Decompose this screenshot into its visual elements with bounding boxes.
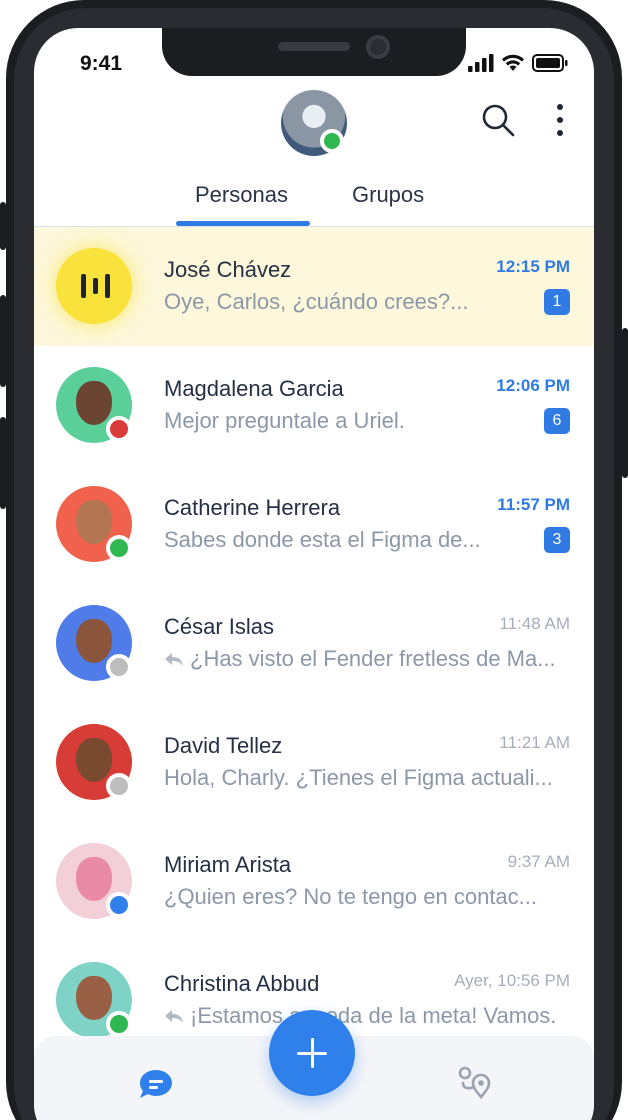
power-button xyxy=(622,328,628,478)
message-time: Ayer, 10:56 PM xyxy=(454,971,570,990)
status-dot-offline xyxy=(106,773,132,799)
conversation-row[interactable]: David Tellez Hola, Charly. ¿Tienes el Fi… xyxy=(34,703,594,822)
status-dot-online xyxy=(106,1011,132,1037)
unread-badge: 3 xyxy=(544,527,570,553)
conversation-list: José Chávez Oye, Carlos, ¿cuándo crees?.… xyxy=(34,227,594,1060)
unread-badge: 6 xyxy=(544,408,570,434)
volume-up-button xyxy=(0,295,6,387)
wifi-icon xyxy=(502,54,524,71)
avatar-face xyxy=(76,381,112,425)
status-dot-online xyxy=(106,535,132,561)
app-screen: 9:41 Personas Grupos José Chávez Oye, Ca… xyxy=(34,28,594,1120)
status-dot-busy xyxy=(106,416,132,442)
contact-name: Christina Abbud xyxy=(164,971,320,996)
conversation-row[interactable]: José Chávez Oye, Carlos, ¿cuándo crees?.… xyxy=(34,227,594,346)
unread-badge: 1 xyxy=(544,289,570,315)
contact-name: José Chávez xyxy=(164,257,292,282)
avatar-face xyxy=(76,857,112,901)
speaker-grille xyxy=(278,42,350,51)
message-preview: Oye, Carlos, ¿cuándo crees?... xyxy=(164,289,469,314)
tab-grupos[interactable]: Grupos xyxy=(352,182,424,208)
message-time: 12:06 PM xyxy=(496,376,570,395)
status-time: 9:41 xyxy=(80,52,123,75)
avatar-face xyxy=(76,738,112,782)
map-pin-icon[interactable] xyxy=(457,1065,493,1099)
signal-icon xyxy=(468,54,494,72)
contact-name: Miriam Arista xyxy=(164,852,292,877)
status-dot-offline xyxy=(106,654,132,680)
avatar-face xyxy=(76,619,112,663)
audio-icon xyxy=(81,274,110,298)
message-preview: ¡Estamos a meda de la meta! Vamos. xyxy=(164,1003,576,1029)
message-time: 12:15 PM xyxy=(496,257,570,276)
tab-personas[interactable]: Personas xyxy=(195,182,288,208)
audio-avatar xyxy=(56,248,132,324)
avatar-face xyxy=(76,976,112,1020)
message-time: 11:21 AM xyxy=(499,733,570,752)
message-text: ¡Estamos a meda de la meta! Vamos. xyxy=(190,1003,557,1028)
message-preview: Sabes donde esta el Figma de... xyxy=(164,527,481,552)
message-text: ¿Has visto el Fender fretless de Ma... xyxy=(190,646,556,671)
status-dot-away xyxy=(106,892,132,918)
conversation-row[interactable]: Magdalena Garcia Mejor preguntale a Urie… xyxy=(34,346,594,465)
avatar-face xyxy=(76,500,112,544)
message-preview: ¿Quien eres? No te tengo en contac... xyxy=(164,884,538,909)
volume-down-button xyxy=(0,417,6,509)
message-preview: Hola, Charly. ¿Tienes el Figma actuali..… xyxy=(164,765,553,790)
reply-icon xyxy=(165,653,183,667)
status-icons xyxy=(468,54,568,72)
mute-switch xyxy=(0,202,6,250)
reply-icon xyxy=(165,1010,183,1024)
new-chat-button[interactable] xyxy=(269,1010,355,1096)
chat-icon[interactable] xyxy=(138,1068,174,1100)
contact-name: Magdalena Garcia xyxy=(164,376,344,401)
message-time: 11:48 AM xyxy=(499,614,570,633)
conversation-row[interactable]: César Islas ¿Has visto el Fender fretles… xyxy=(34,584,594,703)
message-time: 9:37 AM xyxy=(507,852,570,871)
conversation-row[interactable]: Catherine Herrera Sabes donde esta el Fi… xyxy=(34,465,594,584)
notch xyxy=(162,28,466,76)
message-preview: Mejor preguntale a Uriel. xyxy=(164,408,405,433)
contact-name: César Islas xyxy=(164,614,275,639)
battery-icon xyxy=(532,54,568,72)
more-options-icon[interactable] xyxy=(550,102,570,138)
contact-name: Catherine Herrera xyxy=(164,495,341,520)
conversation-row[interactable]: Miriam Arista ¿Quien eres? No te tengo e… xyxy=(34,822,594,941)
message-time: 11:57 PM xyxy=(497,495,570,514)
contact-name: David Tellez xyxy=(164,733,283,758)
front-camera xyxy=(366,35,390,59)
search-icon[interactable] xyxy=(480,102,516,138)
profile-online-status xyxy=(320,129,344,153)
message-preview: ¿Has visto el Fender fretless de Ma... xyxy=(164,646,576,672)
